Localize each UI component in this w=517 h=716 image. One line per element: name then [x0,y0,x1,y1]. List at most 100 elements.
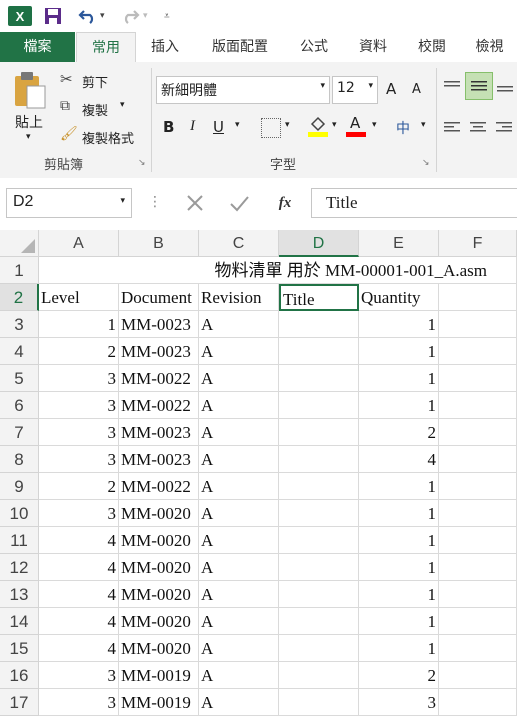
redo-icon[interactable] [120,6,140,26]
title-cell[interactable] [279,365,359,392]
row-header[interactable]: 11 [0,527,39,554]
row-header[interactable]: 1 [0,257,39,284]
quantity-cell[interactable]: 1 [359,500,439,527]
formula-input[interactable]: Title [311,188,517,218]
quantity-cell[interactable]: 4 [359,446,439,473]
level-cell[interactable]: 3 [39,419,119,446]
underline-dropdown-icon[interactable]: ▾ [235,120,240,130]
cell[interactable] [439,392,517,419]
document-cell[interactable]: MM-0022 [119,365,199,392]
cell[interactable] [439,527,517,554]
quantity-cell[interactable]: 2 [359,662,439,689]
cell[interactable] [439,500,517,527]
bold-button[interactable]: B [163,118,174,136]
revision-cell[interactable]: A [199,311,279,338]
fill-color-icon[interactable] [308,114,328,138]
document-cell[interactable]: MM-0020 [119,581,199,608]
cell[interactable] [439,338,517,365]
document-cell[interactable]: MM-0020 [119,554,199,581]
tab-formulas[interactable]: 公式 [286,32,342,62]
revision-cell[interactable]: A [199,581,279,608]
redo-dropdown-icon[interactable]: ▾ [143,6,148,26]
cell[interactable] [439,473,517,500]
revision-cell[interactable]: A [199,365,279,392]
cut-icon[interactable]: ✂ [60,70,73,88]
column-header-c[interactable]: C [199,230,279,257]
header-cell-quantity[interactable]: Quantity [359,284,439,311]
revision-cell[interactable]: A [199,689,279,716]
row-header[interactable]: 2 [0,284,39,311]
title-cell[interactable] [279,689,359,716]
paste-button[interactable]: 貼上 [15,112,43,132]
revision-cell[interactable]: A [199,419,279,446]
row-header[interactable]: 5 [0,365,39,392]
level-cell[interactable]: 3 [39,500,119,527]
more-options-icon[interactable]: ⋮ [148,194,162,210]
paste-icon[interactable] [12,70,48,110]
customize-toolbar-icon[interactable]: ⩡ [164,6,170,26]
revision-cell[interactable]: A [199,554,279,581]
name-box-dropdown-icon[interactable]: ▾ [120,195,125,206]
tab-data[interactable]: 資料 [344,32,402,62]
row-header[interactable]: 16 [0,662,39,689]
cell[interactable] [439,446,517,473]
row-header[interactable]: 17 [0,689,39,716]
align-top-icon[interactable] [443,78,461,92]
undo-dropdown-icon[interactable]: ▾ [100,6,105,26]
document-cell[interactable]: MM-0020 [119,635,199,662]
document-cell[interactable]: MM-0023 [119,446,199,473]
level-cell[interactable]: 2 [39,338,119,365]
column-header-a[interactable]: A [39,230,119,257]
copy-dropdown-icon[interactable]: ▾ [120,100,125,110]
row-header[interactable]: 13 [0,581,39,608]
row-header[interactable]: 9 [0,473,39,500]
document-cell[interactable]: MM-0023 [119,311,199,338]
font-size-select[interactable]: 12 ▾ [332,76,378,104]
cell[interactable] [439,581,517,608]
column-header-d[interactable]: D [279,230,359,257]
row-header[interactable]: 15 [0,635,39,662]
font-size-dropdown-icon[interactable]: ▾ [368,81,373,91]
revision-cell[interactable]: A [199,527,279,554]
title-cell[interactable] [279,527,359,554]
phonetic-guide-icon[interactable]: 中 [396,118,410,138]
copy-icon[interactable]: ⧉ [60,98,70,114]
header-cell-revision[interactable]: Revision [199,284,279,311]
cell[interactable] [489,257,517,284]
quantity-cell[interactable]: 1 [359,311,439,338]
align-left-icon[interactable] [443,120,461,134]
enter-icon[interactable] [228,192,250,214]
cell[interactable] [439,635,517,662]
level-cell[interactable]: 3 [39,365,119,392]
tab-insert[interactable]: 插入 [136,32,194,62]
align-bottom-icon[interactable] [496,78,514,92]
font-name-dropdown-icon[interactable]: ▾ [320,81,325,91]
underline-button[interactable]: U [213,118,224,136]
row-header[interactable]: 3 [0,311,39,338]
column-header-b[interactable]: B [119,230,199,257]
cell[interactable] [439,311,517,338]
cell[interactable] [439,419,517,446]
font-launcher-icon[interactable]: ↘ [422,158,430,168]
quantity-cell[interactable]: 1 [359,338,439,365]
title-cell[interactable] [279,635,359,662]
level-cell[interactable]: 2 [39,473,119,500]
save-icon[interactable] [44,6,62,26]
align-middle-icon[interactable] [465,72,493,100]
cell[interactable] [439,365,517,392]
title-cell[interactable] [279,581,359,608]
document-cell[interactable]: MM-0023 [119,338,199,365]
row-header[interactable]: 4 [0,338,39,365]
header-cell-document[interactable]: Document [119,284,199,311]
quantity-cell[interactable]: 1 [359,554,439,581]
revision-cell[interactable]: A [199,446,279,473]
borders-icon[interactable] [261,118,281,138]
cell[interactable] [439,662,517,689]
level-cell[interactable]: 3 [39,689,119,716]
document-cell[interactable]: MM-0020 [119,527,199,554]
revision-cell[interactable]: A [199,608,279,635]
level-cell[interactable]: 4 [39,527,119,554]
row-header[interactable]: 6 [0,392,39,419]
title-cell[interactable] [279,500,359,527]
tab-review[interactable]: 校閱 [404,32,460,62]
